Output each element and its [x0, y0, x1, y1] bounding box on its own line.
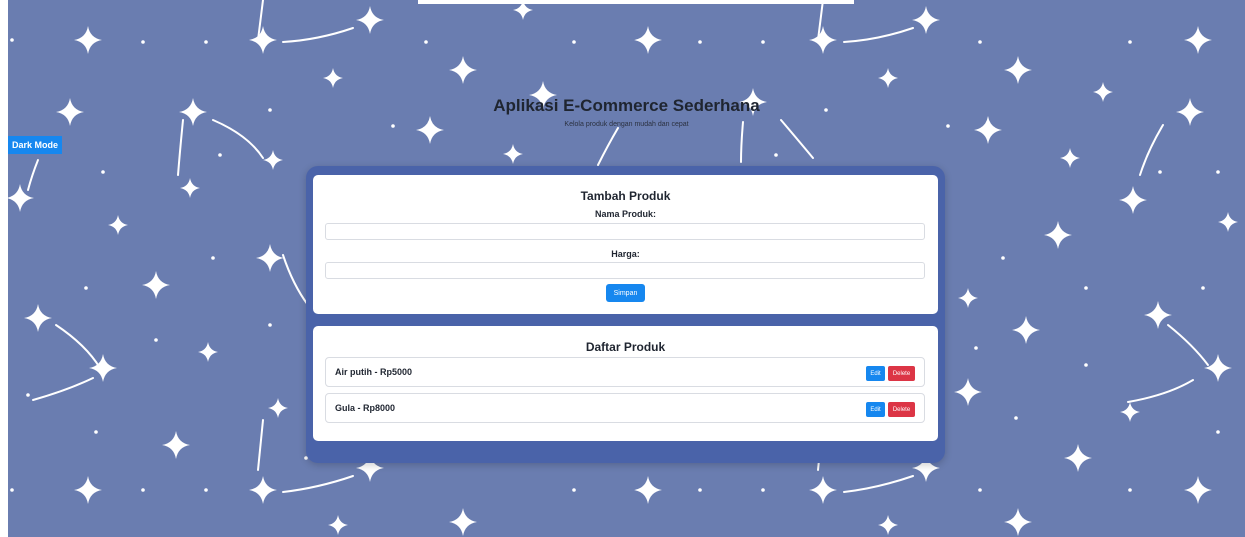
add-product-form: Tambah Produk Nama Produk: Harga: Simpan [313, 175, 938, 314]
product-list: Daftar Produk Air putih - Rp5000 Edit De… [313, 326, 938, 441]
product-price-input[interactable] [325, 262, 925, 279]
top-edge-strip [418, 0, 854, 4]
add-product-heading: Tambah Produk [580, 189, 671, 203]
product-item-text: Gula - Rp8000 [335, 403, 396, 413]
page-subtitle: Kelola produk dengan mudah dan cepat [564, 121, 689, 128]
edit-button[interactable]: Edit [866, 366, 885, 381]
product-item-text: Air putih - Rp5000 [335, 367, 413, 377]
delete-button[interactable]: Delete [888, 366, 915, 381]
delete-button[interactable]: Delete [888, 402, 915, 417]
edit-button[interactable]: Edit [866, 402, 885, 417]
product-name-input[interactable] [325, 223, 925, 240]
save-button[interactable]: Simpan [606, 284, 645, 302]
page-header: Aplikasi E-Commerce Sederhana Kelola pro… [0, 96, 1245, 128]
product-name-label: Nama Produk: [594, 209, 656, 219]
product-list-heading: Daftar Produk [585, 340, 666, 354]
dark-mode-toggle-button[interactable]: Dark Mode [8, 136, 62, 154]
main-container: Tambah Produk Nama Produk: Harga: Simpan… [306, 166, 945, 463]
page-title: Aplikasi E-Commerce Sederhana [493, 96, 760, 115]
list-item: Gula - Rp8000 Edit Delete [325, 393, 925, 423]
product-price-label: Harga: [611, 249, 640, 259]
list-item: Air putih - Rp5000 Edit Delete [325, 357, 925, 387]
